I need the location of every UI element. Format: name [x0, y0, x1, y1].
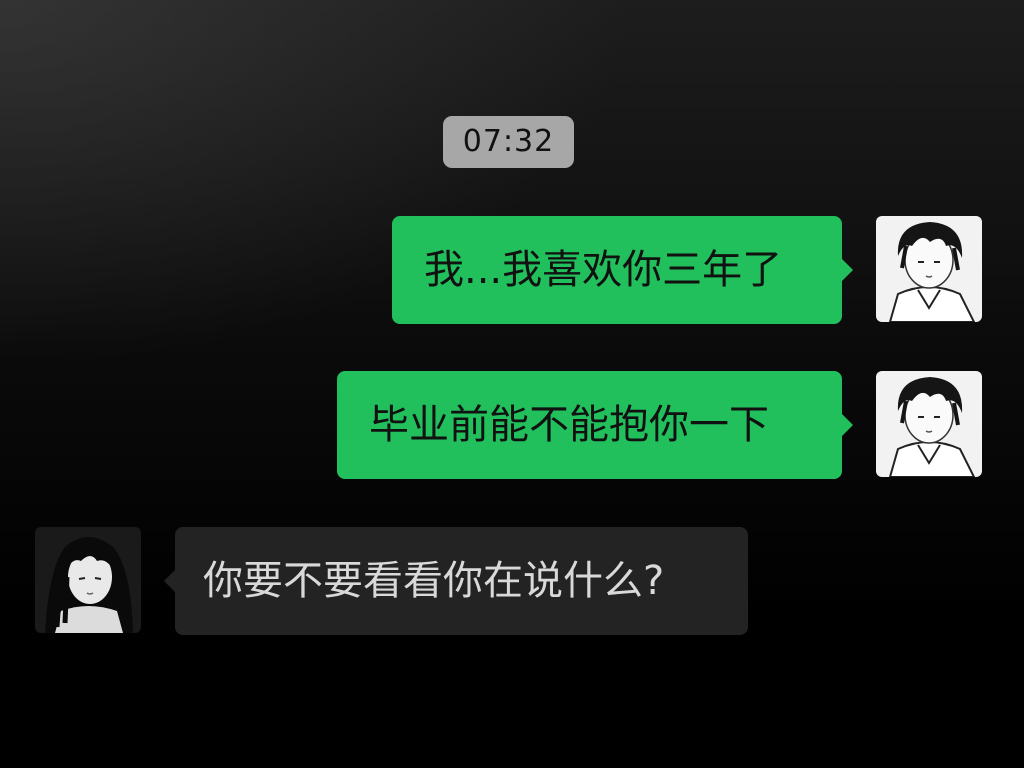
message-text: 你要不要看看你在说什么?	[203, 558, 665, 604]
message-bubble-outgoing[interactable]: 我...我喜欢你三年了	[392, 216, 853, 324]
message-text: 毕业前能不能抱你一下	[369, 402, 769, 448]
message-bubble-incoming[interactable]: 你要不要看看你在说什么?	[164, 527, 748, 635]
message-bubble-outgoing[interactable]: 毕业前能不能抱你一下	[337, 371, 853, 479]
message-text: 我...我喜欢你三年了	[424, 247, 783, 293]
bubble-tail	[841, 258, 853, 282]
bubble-tail	[841, 413, 853, 437]
boy-avatar[interactable]	[876, 216, 982, 322]
bubble-tail	[164, 569, 176, 593]
girl-avatar[interactable]	[35, 527, 141, 633]
timestamp-label: 07:32	[443, 116, 574, 168]
boy-avatar[interactable]	[876, 371, 982, 477]
